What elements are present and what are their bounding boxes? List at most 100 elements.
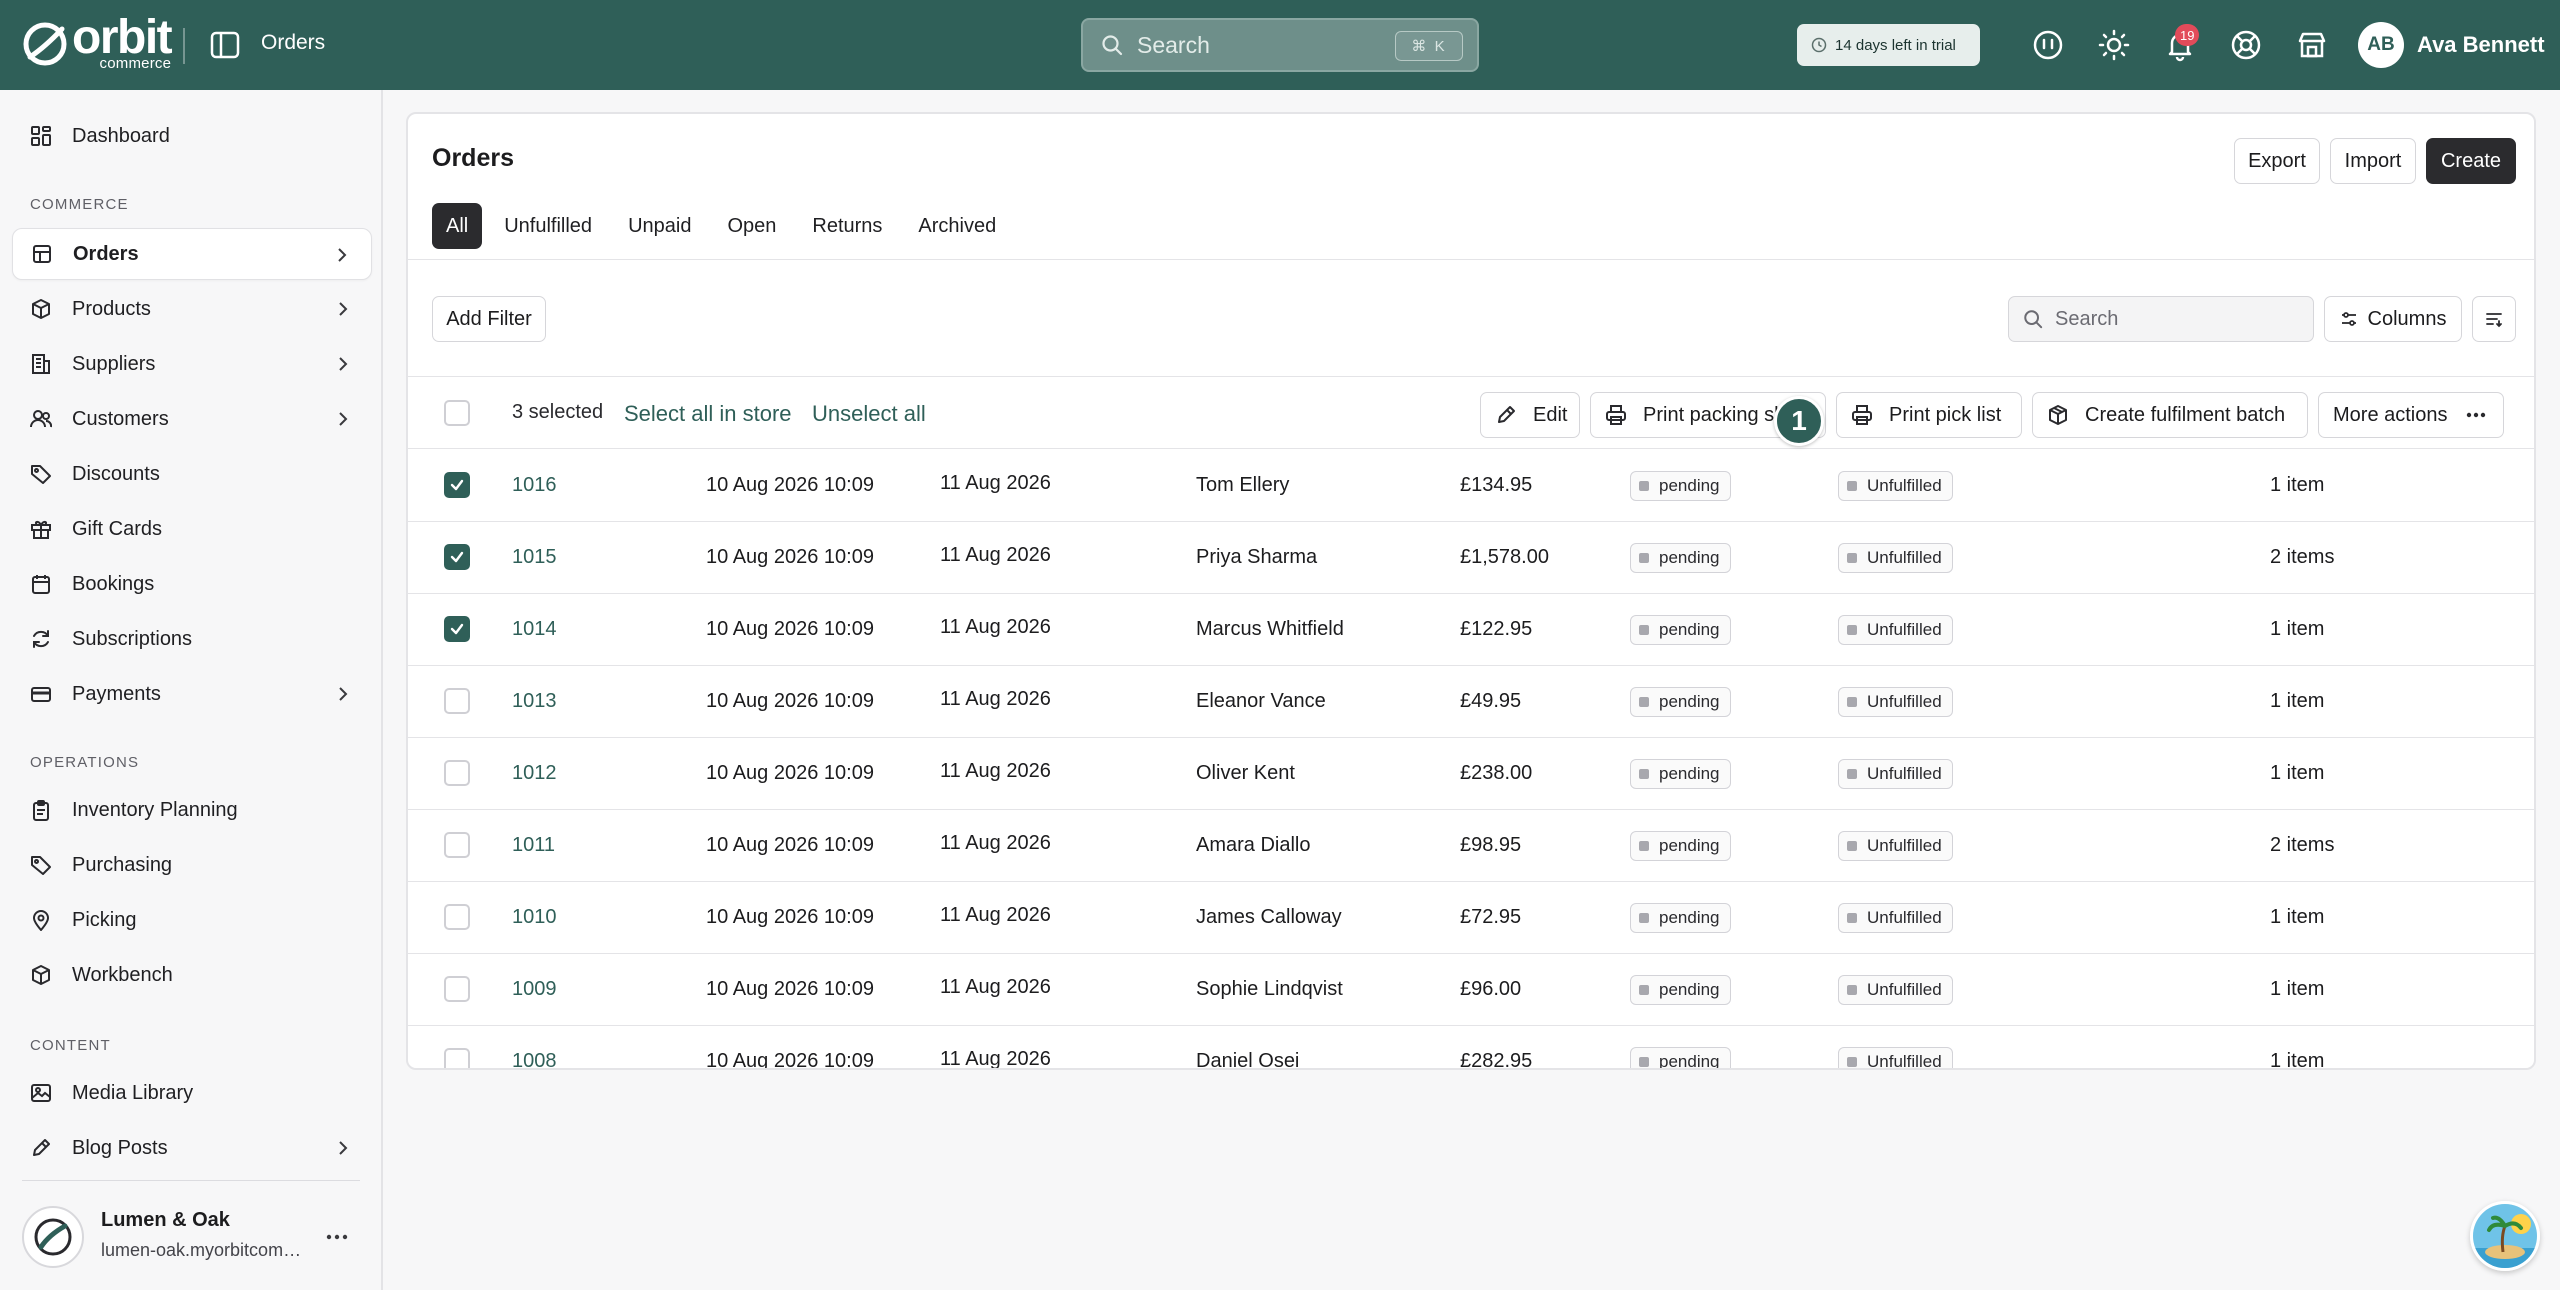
columns-button[interactable]: Columns xyxy=(2324,296,2462,342)
user-name[interactable]: Ava Bennett xyxy=(2417,32,2545,58)
sidebar-item-workbench[interactable]: Workbench xyxy=(12,949,372,1001)
more-horizontal-icon[interactable] xyxy=(324,1224,350,1250)
row-checkbox[interactable] xyxy=(444,616,470,642)
order-item-count: 1 item xyxy=(2270,762,2325,784)
table-row[interactable]: 1009 10 Aug 2026 10:09 11 Aug 2026 Sophie L… xyxy=(408,954,2534,1026)
orbit-logo-icon xyxy=(23,22,67,66)
sidebar-item-label: Subscriptions xyxy=(72,627,193,650)
tab-all[interactable]: All xyxy=(432,203,483,249)
order-number-link[interactable]: 1009 xyxy=(512,978,557,1001)
sidebar-item-bookings[interactable]: Bookings xyxy=(12,558,372,610)
pencil-icon xyxy=(1498,406,1515,423)
tab-archived[interactable]: Archived xyxy=(904,203,1010,249)
check-icon xyxy=(450,551,464,563)
order-number-link[interactable]: 1012 xyxy=(512,762,557,785)
tab-returns[interactable]: Returns xyxy=(798,203,896,249)
print-pick-list-button[interactable]: Print pick list xyxy=(1836,392,2022,438)
table-search-input[interactable]: Search xyxy=(2008,296,2314,342)
fulfilment-status-text: Unfulfilled xyxy=(1867,764,1942,783)
sidebar-item-customers[interactable]: Customers xyxy=(12,393,372,445)
order-number-link[interactable]: 1015 xyxy=(512,546,557,569)
row-checkbox[interactable] xyxy=(444,544,470,570)
row-checkbox[interactable] xyxy=(444,688,470,714)
order-customer: Eleanor Vance xyxy=(1196,690,1326,712)
sidebar-toggle-icon[interactable] xyxy=(208,28,242,62)
logo-sub: commerce xyxy=(99,54,172,72)
row-checkbox[interactable] xyxy=(444,904,470,930)
chevron-right-icon xyxy=(338,248,347,262)
chevron-right-icon xyxy=(339,302,348,316)
global-search-input[interactable]: Search ⌘ K xyxy=(1081,18,1479,72)
section-label-commerce: COMMERCE xyxy=(30,196,129,213)
edit-button[interactable]: Edit xyxy=(1480,392,1580,438)
help-lifebuoy-icon[interactable] xyxy=(2229,28,2263,62)
add-filter-button[interactable]: Add Filter xyxy=(432,296,546,342)
row-checkbox[interactable] xyxy=(444,1048,470,1068)
order-number-link[interactable]: 1014 xyxy=(512,618,557,641)
row-checkbox[interactable] xyxy=(444,832,470,858)
table-row[interactable]: 1016 10 Aug 2026 10:09 11 Aug 2026 Tom Elle… xyxy=(408,450,2534,522)
sidebar-item-inventory-planning[interactable]: Inventory Planning xyxy=(12,784,372,836)
tab-unpaid[interactable]: Unpaid xyxy=(614,203,705,249)
store-avatar[interactable] xyxy=(22,1206,84,1268)
assistant-icon[interactable] xyxy=(2031,28,2065,62)
table-row[interactable]: 1013 10 Aug 2026 10:09 11 Aug 2026 Eleanor … xyxy=(408,666,2534,738)
table-row[interactable]: 1008 10 Aug 2026 10:09 11 Aug 2026 Daniel O… xyxy=(408,1026,2534,1068)
sun-icon[interactable] xyxy=(2097,28,2131,62)
sidebar-item-subscriptions[interactable]: Subscriptions xyxy=(12,613,372,665)
export-button[interactable]: Export xyxy=(2234,138,2320,184)
trial-badge[interactable]: 14 days left in trial xyxy=(1797,24,1980,66)
sidebar-item-blog-posts[interactable]: Blog Posts xyxy=(12,1122,372,1174)
table-row[interactable]: 1012 10 Aug 2026 10:09 11 Aug 2026 Oliver K… xyxy=(408,738,2534,810)
order-item-count: 1 item xyxy=(2270,690,2325,712)
order-number-link[interactable]: 1013 xyxy=(512,690,557,713)
sidebar-item-payments[interactable]: Payments xyxy=(12,668,372,720)
sidebar-item-picking[interactable]: Picking xyxy=(12,894,372,946)
sidebar-item-media-library[interactable]: Media Library xyxy=(12,1067,372,1119)
clipboard-icon xyxy=(33,800,49,821)
payment-status-text: pending xyxy=(1659,548,1720,567)
tab-unfulfilled[interactable]: Unfulfilled xyxy=(490,203,606,249)
order-created-date: 10 Aug 2026 10:09 xyxy=(706,834,874,856)
select-all-in-store-link[interactable]: Select all in store xyxy=(624,401,792,427)
create-fulfilment-batch-button[interactable]: Create fulfilment batch xyxy=(2032,392,2308,438)
sidebar-item-purchasing[interactable]: Purchasing xyxy=(12,839,372,891)
orbit-logo[interactable]: orbit commerce xyxy=(22,13,173,72)
table-row[interactable]: 1015 10 Aug 2026 10:09 11 Aug 2026 Priya Sh… xyxy=(408,522,2534,594)
sidebar-item-products[interactable]: Products xyxy=(12,283,372,335)
row-checkbox[interactable] xyxy=(444,760,470,786)
sidebar-item-label: Dashboard xyxy=(72,124,170,147)
chat-widget-button[interactable] xyxy=(2470,1201,2540,1271)
more-actions-button[interactable]: More actions xyxy=(2318,392,2504,438)
order-due-date: 11 Aug 2026 xyxy=(940,832,1051,854)
create-button[interactable]: Create xyxy=(2426,138,2516,184)
sidebar-item-orders[interactable]: Orders xyxy=(12,228,372,280)
sidebar: Dashboard COMMERCE Orders Products Suppl… xyxy=(0,90,383,1290)
sidebar-item-gift-cards[interactable]: Gift Cards xyxy=(12,503,372,555)
storefront-icon[interactable] xyxy=(2295,28,2329,62)
sidebar-item-dashboard[interactable]: Dashboard xyxy=(12,110,372,162)
unselect-all-link[interactable]: Unselect all xyxy=(812,401,926,427)
gift-icon xyxy=(31,521,51,539)
order-total: £96.00 xyxy=(1460,978,1522,1000)
table-row[interactable]: 1010 10 Aug 2026 10:09 11 Aug 2026 James Ca… xyxy=(408,882,2534,954)
columns-label: Columns xyxy=(2367,307,2447,330)
user-avatar[interactable]: AB xyxy=(2358,22,2404,68)
sidebar-item-discounts[interactable]: Discounts xyxy=(12,448,372,500)
order-number-link[interactable]: 1011 xyxy=(512,834,555,857)
select-all-checkbox[interactable] xyxy=(444,400,470,426)
row-checkbox[interactable] xyxy=(444,472,470,498)
table-row[interactable]: 1011 10 Aug 2026 10:09 11 Aug 2026 Amara Di… xyxy=(408,810,2534,882)
table-row[interactable]: 1014 10 Aug 2026 10:09 11 Aug 2026 Marcus W… xyxy=(408,594,2534,666)
box-icon xyxy=(32,299,50,319)
import-button[interactable]: Import xyxy=(2330,138,2416,184)
order-number-link[interactable]: 1008 xyxy=(512,1050,557,1068)
tab-open[interactable]: Open xyxy=(713,203,790,249)
order-number-link[interactable]: 1016 xyxy=(512,474,557,497)
sort-button[interactable] xyxy=(2472,296,2516,342)
store-name[interactable]: Lumen & Oak xyxy=(101,1209,230,1232)
row-checkbox[interactable] xyxy=(444,976,470,1002)
order-total: £72.95 xyxy=(1460,906,1522,928)
sidebar-item-suppliers[interactable]: Suppliers xyxy=(12,338,372,390)
order-number-link[interactable]: 1010 xyxy=(512,906,557,929)
